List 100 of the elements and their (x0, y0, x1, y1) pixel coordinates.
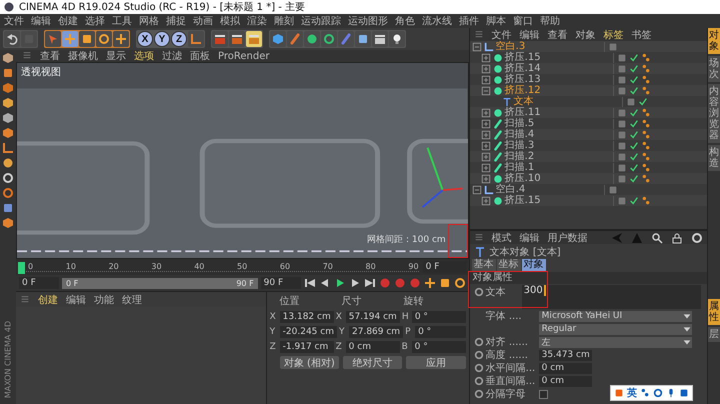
side-tab[interactable]: 构造 (708, 145, 720, 171)
coordinate-field[interactable]: -1.917 cm (280, 341, 334, 353)
expand-toggle-icon[interactable] (480, 86, 491, 96)
viewport-menu-item[interactable]: 面板 (190, 49, 210, 63)
menu-item[interactable]: 运动跟踪 (301, 14, 341, 28)
enabled-check-icon[interactable] (628, 108, 639, 118)
object-menu-item[interactable]: 对象 (576, 28, 596, 42)
side-tab[interactable]: 属性 (708, 299, 720, 325)
menu-item[interactable]: 文件 (4, 14, 24, 28)
enabled-check-icon[interactable] (628, 52, 639, 62)
menu-item[interactable]: 动画 (193, 14, 213, 28)
dropdown-field[interactable]: 左 (538, 336, 692, 348)
menu-item[interactable]: 工具 (112, 14, 132, 28)
menu-item[interactable]: 创建 (58, 14, 78, 28)
previous-key-icon[interactable] (318, 277, 331, 289)
coordinate-field[interactable]: 0 ° (415, 326, 466, 338)
coordinate-field[interactable]: -20.245 cm (280, 326, 337, 338)
viewport-menu-item[interactable]: 选项 (134, 49, 154, 63)
menu-item[interactable]: 脚本 (486, 14, 506, 28)
viewport-menu-item[interactable]: 显示 (106, 49, 126, 63)
playhead-handle[interactable] (18, 262, 25, 274)
attribute-menu-item[interactable]: 用户数据 (548, 230, 588, 244)
start-frame-field[interactable]: 0 F (19, 277, 59, 289)
menu-item[interactable]: 模拟 (220, 14, 240, 28)
object-menu-item[interactable]: 标签 (604, 28, 624, 42)
enabled-check-icon[interactable] (628, 162, 639, 172)
number-field[interactable]: 0 cm (538, 362, 592, 374)
expand-toggle-icon[interactable] (480, 162, 491, 172)
coordinate-field[interactable]: 0 cm (346, 341, 400, 353)
enabled-check-icon[interactable] (628, 196, 639, 206)
expand-toggle-icon[interactable] (472, 42, 482, 52)
selection-arrow-icon[interactable] (47, 33, 59, 45)
cube-icon[interactable] (272, 33, 284, 45)
menu-item[interactable]: 流水线 (422, 14, 452, 28)
enabled-check-icon[interactable] (628, 130, 639, 140)
object-name[interactable]: 挤压.15 (504, 52, 541, 63)
attribute-tab[interactable]: 对象 (522, 259, 546, 271)
object-menu-item[interactable]: 书签 (632, 28, 652, 42)
menu-item[interactable]: 选择 (85, 14, 105, 28)
axis-lock-button[interactable]: X (137, 31, 153, 47)
side-tab[interactable]: 内容浏览器 (708, 84, 720, 143)
enabled-check-icon[interactable] (628, 64, 639, 74)
menu-item[interactable]: 雕刻 (274, 14, 294, 28)
menu-item[interactable]: 捕捉 (166, 14, 186, 28)
sphere-icon[interactable] (306, 33, 318, 45)
object-name[interactable]: 扫描.3 (504, 140, 534, 151)
object-name[interactable]: 扫描.2 (504, 151, 534, 162)
viewport-menu-item[interactable]: 过滤 (162, 49, 182, 63)
enabled-check-icon[interactable] (628, 74, 639, 84)
expand-toggle-icon[interactable] (472, 184, 482, 194)
material-menu-item[interactable]: 编辑 (66, 292, 86, 306)
coordinate-mode-dropdown[interactable]: 绝对尺寸 (343, 356, 402, 369)
axis-lock-button[interactable]: Z (171, 31, 187, 47)
expand-toggle-icon[interactable] (480, 64, 491, 74)
object-name[interactable]: 挤压.12 (504, 85, 541, 96)
coordinate-mode-dropdown[interactable]: 对象 (相对) (280, 356, 339, 369)
expand-toggle-icon[interactable] (480, 108, 491, 118)
enabled-check-icon[interactable] (628, 174, 639, 184)
input-method-toolbar[interactable]: 英 (610, 385, 693, 401)
attribute-menu-item[interactable]: 编辑 (520, 230, 540, 244)
menu-item[interactable]: 角色 (395, 14, 415, 28)
clapboard-icon[interactable] (214, 33, 226, 45)
clapboard-icon[interactable] (231, 33, 243, 45)
expand-toggle-icon[interactable] (480, 174, 491, 184)
enabled-check-icon[interactable] (628, 152, 639, 162)
apply-button[interactable]: 应用 (406, 356, 466, 369)
menu-item[interactable]: 网格 (139, 14, 159, 28)
menu-item[interactable]: 插件 (459, 14, 479, 28)
checkbox[interactable] (538, 390, 548, 398)
coordinate-field[interactable]: 0 ° (412, 341, 466, 353)
enabled-check-icon[interactable] (628, 118, 639, 128)
frame-range-slider[interactable]: 0 F 90 F (62, 278, 258, 288)
menu-item[interactable]: 窗口 (513, 14, 533, 28)
number-field[interactable]: 0 cm (538, 376, 592, 386)
object-menu-item[interactable]: 文件 (492, 28, 512, 42)
object-name[interactable]: 扫描.1 (504, 162, 534, 173)
end-frame-field[interactable]: 90 F (260, 277, 301, 289)
object-name[interactable]: 扫描.4 (504, 129, 534, 140)
expand-toggle-icon[interactable] (480, 74, 491, 84)
attribute-tab[interactable]: 坐标 (496, 259, 521, 271)
object-name[interactable]: 空白.4 (496, 184, 526, 195)
object-name[interactable]: 扫描.5 (504, 118, 534, 129)
lock-icon[interactable] (671, 232, 683, 244)
object-name[interactable]: 挤压.14 (504, 63, 541, 74)
menu-item[interactable]: 运动图形 (348, 14, 388, 28)
object-name[interactable]: 挤压.15 (504, 195, 541, 206)
object-name[interactable]: 挤压.13 (504, 74, 541, 85)
search-icon[interactable] (651, 232, 663, 244)
expand-toggle-icon[interactable] (480, 196, 491, 206)
object-name[interactable]: 挤压.11 (504, 107, 541, 118)
dropdown-field[interactable]: Microsoft YaHei UI (538, 310, 692, 322)
enabled-check-icon[interactable] (628, 86, 639, 96)
expand-toggle-icon[interactable] (480, 118, 491, 128)
move-key-icon[interactable] (424, 277, 436, 289)
viewport-menu-item[interactable]: 查看 (40, 49, 60, 63)
menu-item[interactable]: 帮助 (540, 14, 560, 28)
coordinate-field[interactable]: 27.869 cm (349, 326, 404, 338)
undo-icon[interactable] (6, 33, 18, 45)
coordinate-field[interactable]: 0 ° (412, 311, 466, 323)
attribute-menu-item[interactable]: 模式 (492, 230, 512, 244)
